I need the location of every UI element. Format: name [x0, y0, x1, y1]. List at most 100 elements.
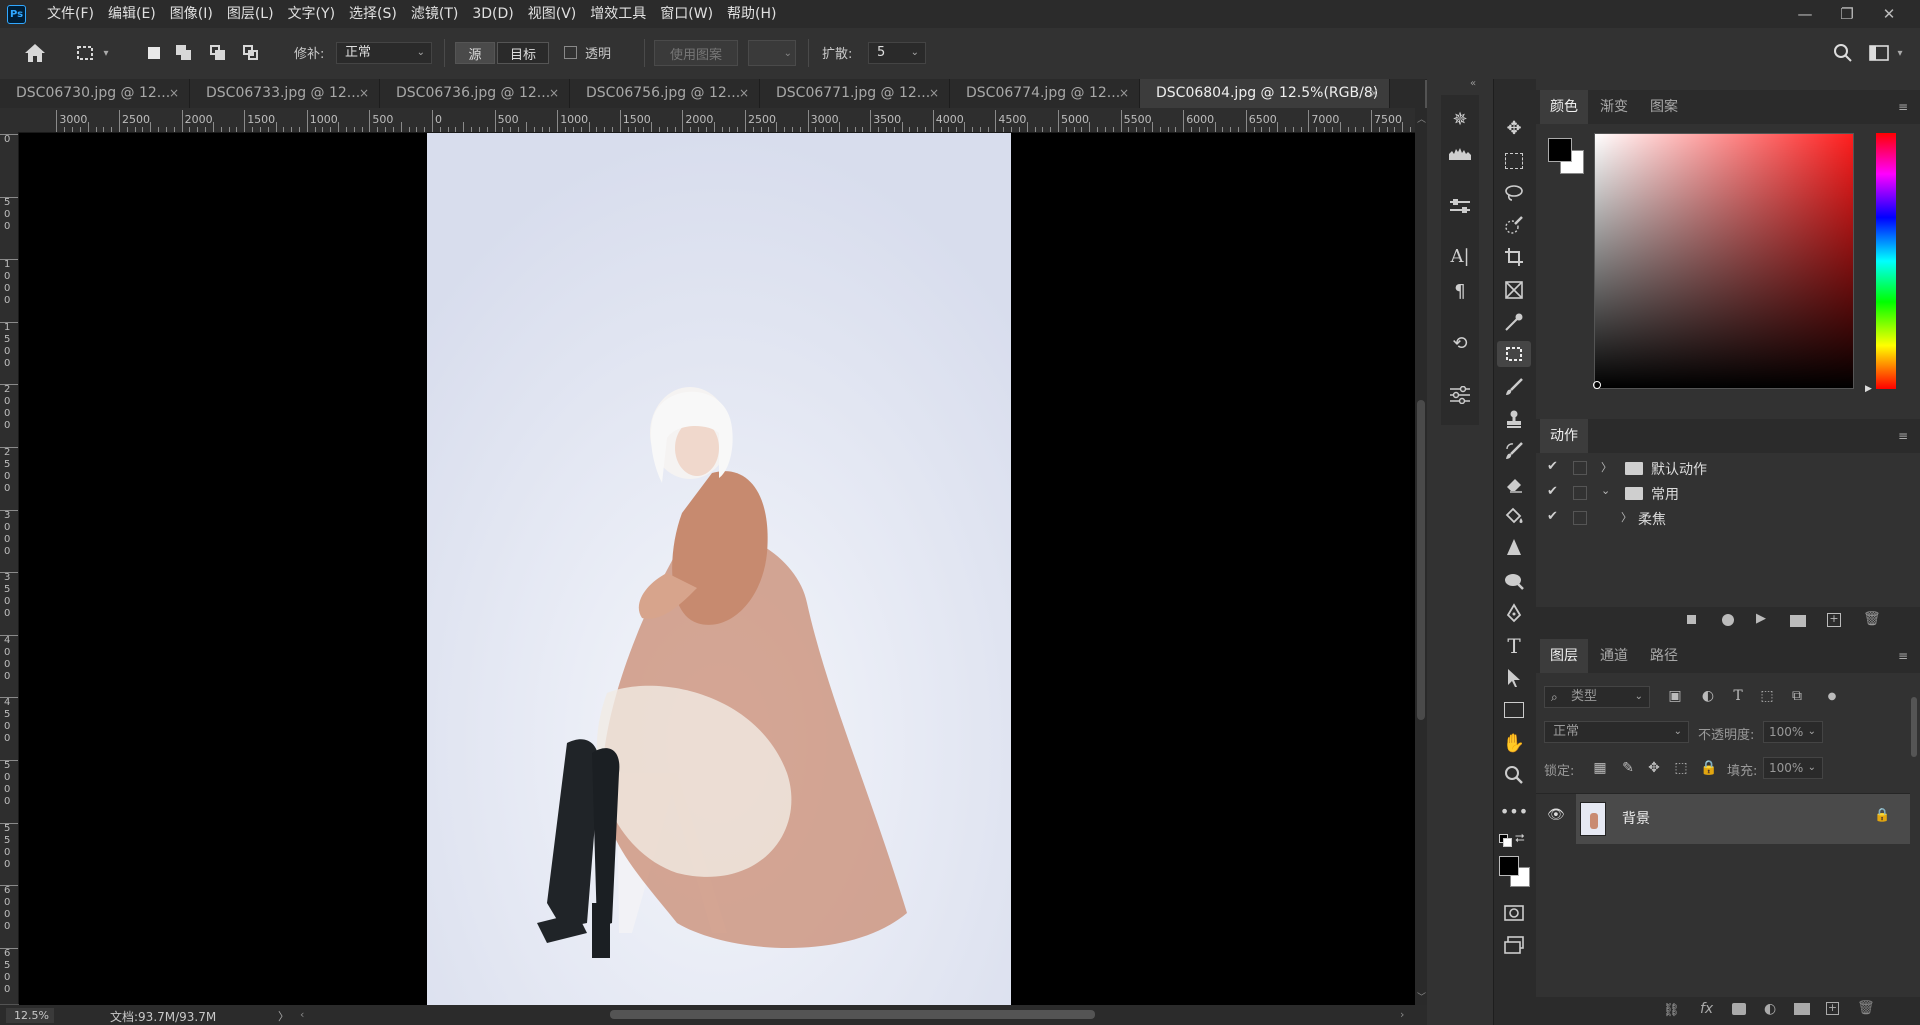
crop-tool-icon[interactable] [1497, 244, 1531, 270]
brush-tool-icon[interactable] [1497, 374, 1531, 400]
menu-item-8[interactable]: 视图(V) [521, 0, 584, 28]
layers-scrollbar[interactable] [1911, 697, 1917, 757]
tab-gradient[interactable]: 渐变 [1590, 90, 1638, 124]
new-action-icon[interactable]: + [1827, 613, 1841, 627]
move-tool-icon[interactable]: ✥ [1497, 115, 1531, 141]
type-tool-icon[interactable]: T [1497, 633, 1531, 659]
adjustments-sliders-icon[interactable] [1446, 193, 1474, 219]
dodge-tool-icon[interactable] [1497, 568, 1531, 594]
eyedropper-tool-icon[interactable] [1497, 309, 1531, 335]
opacity-input[interactable]: 100% ⌄ [1763, 721, 1823, 743]
layer-filter-select[interactable]: ⌕ 类型 ⌄ [1544, 686, 1650, 708]
tab-pattern[interactable]: 图案 [1640, 90, 1688, 124]
lock-all-icon[interactable]: 🔒 [1698, 757, 1720, 779]
minimize-button[interactable]: — [1784, 0, 1826, 28]
swap-colors-icon[interactable]: ⮂ [1515, 831, 1525, 846]
record-icon[interactable] [1722, 614, 1734, 626]
menu-item-6[interactable]: 滤镜(T) [404, 0, 465, 28]
workspace-chevron-icon[interactable]: ▾ [1893, 42, 1907, 64]
filter-type-icon[interactable]: T [1727, 685, 1749, 707]
check-icon[interactable]: ✔ [1547, 459, 1558, 474]
menu-item-2[interactable]: 图像(I) [163, 0, 220, 28]
vertical-scrollbar-thumb[interactable] [1417, 400, 1425, 720]
diffusion-select[interactable]: 5 ⌄ [868, 42, 926, 64]
horizontal-scrollbar-thumb[interactable] [610, 1010, 1095, 1019]
foreground-color-swatch[interactable] [1499, 856, 1519, 876]
tab-close-icon[interactable]: × [359, 79, 369, 108]
quick-selection-tool-icon[interactable] [1497, 212, 1531, 238]
menu-item-3[interactable]: 图层(L) [220, 0, 281, 28]
tab-close-icon[interactable]: × [929, 79, 939, 108]
lasso-tool-icon[interactable] [1497, 180, 1531, 206]
properties-icon[interactable] [1446, 382, 1474, 408]
scroll-down-icon[interactable]: ﹀ [1417, 990, 1426, 1003]
stop-icon[interactable] [1687, 615, 1696, 624]
blend-mode-select[interactable]: 正常 ⌄ [1544, 721, 1689, 743]
menu-item-0[interactable]: 文件(F) [40, 0, 101, 28]
patch-tool-active-icon[interactable] [1497, 341, 1531, 367]
fill-input[interactable]: 100% ⌄ [1763, 757, 1823, 779]
menu-item-9[interactable]: 增效工具 [583, 0, 653, 28]
tab-document-4[interactable]: DSC06771.jpg @ 12... × [760, 79, 950, 108]
panel-menu-icon[interactable]: ≡ [1898, 429, 1908, 443]
search-icon[interactable] [1830, 40, 1856, 66]
default-colors-icon[interactable] [1499, 834, 1512, 847]
paragraph-icon[interactable]: ¶ [1446, 278, 1474, 304]
character-icon[interactable]: A| [1446, 243, 1474, 269]
tab-document-1[interactable]: DSC06733.jpg @ 12... × [190, 79, 380, 108]
new-layer-icon[interactable]: + [1826, 1002, 1839, 1015]
quick-mask-icon[interactable] [1497, 900, 1531, 926]
rectangle-tool-icon[interactable] [1497, 697, 1531, 723]
layer-row-background[interactable]: 背景 🔒 [1576, 794, 1910, 844]
patch-mode-select[interactable]: 正常 ⌄ [336, 42, 432, 64]
tab-actions[interactable]: 动作 [1540, 419, 1588, 453]
eye-visibility-icon[interactable]: 👁 [1547, 807, 1565, 823]
new-set-icon[interactable] [1790, 615, 1806, 627]
target-button[interactable]: 目标 [497, 42, 549, 64]
menu-item-10[interactable]: 窗口(W) [653, 0, 720, 28]
home-icon[interactable] [20, 38, 50, 68]
menu-item-11[interactable]: 帮助(H) [720, 0, 783, 28]
filter-pixel-icon[interactable]: ▣ [1664, 685, 1686, 707]
patch-tool-icon[interactable] [72, 40, 98, 66]
history-brush-tool-icon[interactable] [1497, 438, 1531, 464]
dialog-toggle-icon[interactable] [1573, 511, 1587, 525]
source-button[interactable]: 源 [455, 42, 495, 64]
hue-slider-handle[interactable]: ▶ [1865, 384, 1872, 394]
chevron-right-icon[interactable]: 〉 [1601, 459, 1612, 475]
vertical-ruler[interactable]: 0 500 1000 1500 2000 2500 3000 3500 4000 4500 5000… [0, 132, 19, 1004]
color-field[interactable] [1594, 133, 1854, 389]
menu-item-1[interactable]: 编辑(E) [101, 0, 163, 28]
tab-close-icon[interactable]: × [169, 79, 179, 108]
tab-document-6[interactable]: DSC06804.jpg @ 12.5%(RGB/8) × [1140, 79, 1390, 108]
pattern-picker[interactable]: ⌄ [748, 40, 796, 66]
chevron-right-icon[interactable]: 〉 [1621, 509, 1632, 525]
zoom-level[interactable]: 12.5% [6, 1008, 54, 1023]
play-icon[interactable]: ▶ [1756, 611, 1766, 626]
check-icon[interactable]: ✔ [1547, 509, 1558, 524]
status-menu-arrow[interactable]: 〉 [278, 1008, 289, 1024]
path-selection-tool-icon[interactable] [1497, 665, 1531, 691]
more-tools-icon[interactable]: ••• [1497, 798, 1531, 824]
tab-close-icon[interactable]: × [549, 79, 559, 108]
stamp-tool-icon[interactable] [1497, 406, 1531, 432]
restore-button[interactable]: ❐ [1826, 0, 1868, 28]
add-mask-icon[interactable] [1732, 1003, 1746, 1015]
tab-close-icon[interactable]: × [1119, 79, 1129, 108]
dialog-toggle-icon[interactable] [1573, 486, 1587, 500]
eraser-tool-icon[interactable] [1497, 471, 1531, 497]
filter-smart-object-icon[interactable]: ⧉ [1786, 685, 1808, 707]
transparent-checkbox[interactable] [564, 46, 577, 59]
adjustment-layer-icon[interactable]: ◐ [1764, 1001, 1776, 1017]
new-group-icon[interactable] [1794, 1003, 1810, 1015]
menu-item-4[interactable]: 文字(Y) [281, 0, 342, 28]
scroll-left-icon[interactable]: ‹ [300, 1008, 304, 1021]
tab-document-2[interactable]: DSC06736.jpg @ 12... × [380, 79, 570, 108]
layer-name[interactable]: 背景 [1622, 808, 1650, 828]
filter-adjustment-icon[interactable]: ◐ [1697, 685, 1719, 707]
paint-bucket-tool-icon[interactable] [1497, 503, 1531, 529]
workspace-icon[interactable] [1866, 40, 1892, 66]
compass-icon[interactable]: ✵ [1446, 106, 1474, 132]
tab-document-3[interactable]: DSC06756.jpg @ 12... × [570, 79, 760, 108]
fx-icon[interactable]: fx [1700, 1001, 1713, 1017]
